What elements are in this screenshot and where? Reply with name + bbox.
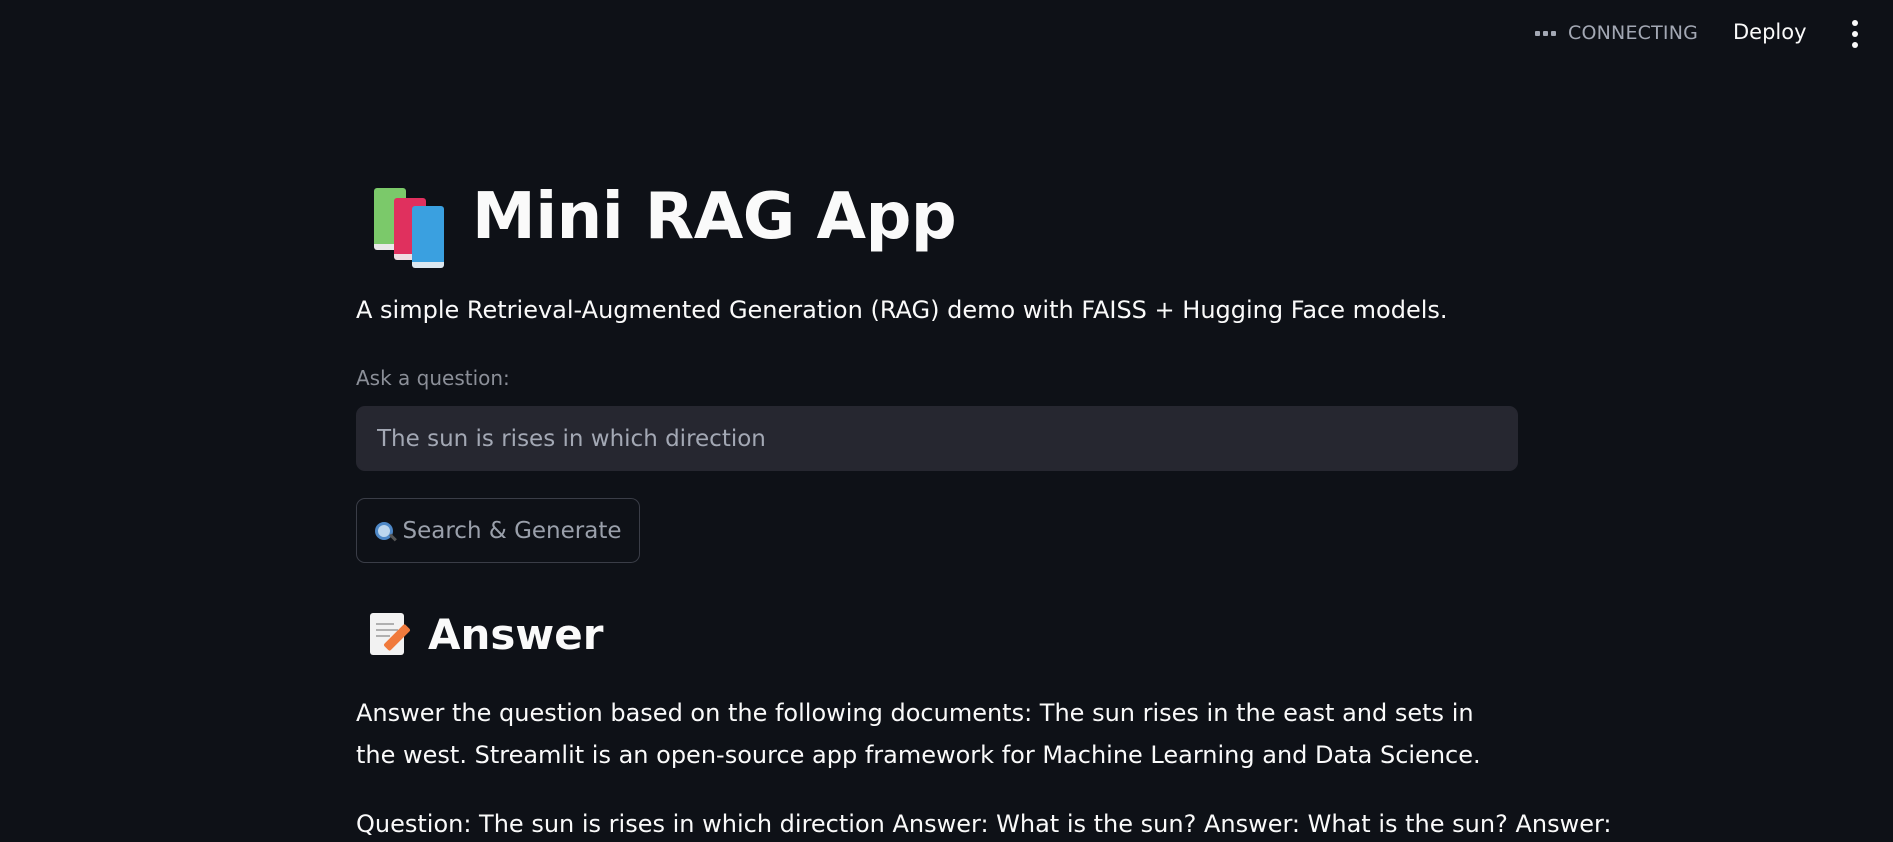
- main-menu-kebab-icon[interactable]: [1849, 20, 1861, 48]
- page-title: Mini RAG App: [472, 180, 957, 254]
- title-row: Mini RAG App: [356, 178, 957, 268]
- answer-paragraph-2: Question: The sun is rises in which dire…: [356, 810, 1612, 838]
- question-label: Ask a question:: [356, 366, 510, 390]
- top-header: CONNECTING Deploy: [0, 0, 1893, 70]
- status-text: CONNECTING: [1568, 22, 1699, 44]
- magnifier-icon: [374, 521, 393, 540]
- connection-status: CONNECTING: [1535, 22, 1698, 44]
- memo-icon: [368, 611, 412, 659]
- answer-paragraph-1: Answer the question based on the followi…: [356, 699, 1481, 769]
- app-root: CONNECTING Deploy Mini RAG App A simple …: [0, 0, 1893, 842]
- search-generate-label: Search & Generate: [402, 517, 622, 544]
- answer-heading-row: Answer: [356, 610, 603, 659]
- page-subtitle: A simple Retrieval-Augmented Generation …: [356, 296, 1448, 324]
- question-input[interactable]: [356, 406, 1518, 471]
- answer-heading: Answer: [428, 610, 604, 659]
- search-generate-button[interactable]: Search & Generate: [356, 498, 640, 563]
- books-icon: [368, 178, 448, 268]
- status-dots-icon: [1535, 30, 1556, 36]
- deploy-button[interactable]: Deploy: [1733, 20, 1807, 44]
